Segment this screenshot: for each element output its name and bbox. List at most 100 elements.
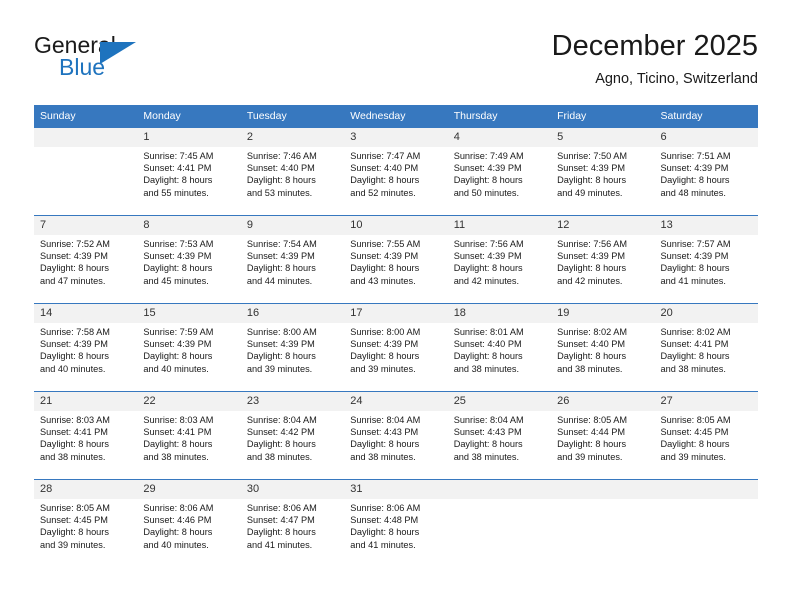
calendar-day-cell[interactable]: 17 Sunrise: 8:00 AM Sunset: 4:39 PM Dayligh… — [344, 303, 448, 391]
day-info: Sunrise: 7:57 AM Sunset: 4:39 PM Daylight:… — [655, 235, 758, 287]
daylight-text-line1: Daylight: 8 hours — [40, 439, 109, 450]
calendar-day-cell[interactable]: 30 Sunrise: 8:06 AM Sunset: 4:47 PM Dayligh… — [240, 479, 345, 567]
calendar-day-cell[interactable]: 20 Sunrise: 8:02 AM Sunset: 4:41 PM Dayligh… — [654, 303, 758, 391]
daylight-text-line2: and 41 minutes. — [660, 275, 726, 286]
day-cell-inner: 7 Sunrise: 7:52 AM Sunset: 4:39 PM Daylight… — [34, 215, 138, 303]
calendar-day-cell[interactable]: 8 Sunrise: 7:53 AM Sunset: 4:39 PM Daylight… — [137, 215, 241, 303]
sunrise-text: Sunrise: 8:05 AM — [660, 415, 731, 425]
day-cell-inner: 31 Sunrise: 8:06 AM Sunset: 4:48 PM Dayligh… — [344, 479, 448, 567]
calendar-day-cell[interactable] — [34, 127, 138, 215]
title-block: December 2025 Agno, Ticino, Switzerland — [552, 28, 758, 90]
daylight-text-line2: and 48 minutes. — [660, 187, 726, 198]
daylight-text-line1: Daylight: 8 hours — [350, 351, 420, 362]
day-number: 28 — [34, 480, 138, 499]
daylight-text-line1: Daylight: 8 hours — [143, 351, 213, 362]
daylight-text-line1: Daylight: 8 hours — [557, 175, 627, 186]
day-info: Sunrise: 7:46 AM Sunset: 4:40 PM Daylight:… — [241, 147, 344, 199]
sunrise-text: Sunrise: 7:53 AM — [143, 239, 214, 249]
day-cell-inner: 30 Sunrise: 8:06 AM Sunset: 4:47 PM Dayligh… — [240, 479, 345, 567]
day-info: Sunrise: 7:59 AM Sunset: 4:39 PM Daylight:… — [137, 323, 240, 375]
calendar-day-cell[interactable] — [447, 479, 552, 567]
sunset-text: Sunset: 4:39 PM — [143, 251, 212, 262]
sunrise-text: Sunrise: 7:59 AM — [143, 327, 214, 337]
day-info: Sunrise: 7:45 AM Sunset: 4:41 PM Daylight:… — [137, 147, 240, 199]
daylight-text-line1: Daylight: 8 hours — [40, 527, 109, 538]
sunset-text: Sunset: 4:48 PM — [350, 515, 419, 526]
calendar-day-cell[interactable]: 27 Sunrise: 8:05 AM Sunset: 4:45 PM Dayligh… — [654, 391, 758, 479]
calendar-day-cell[interactable]: 6 Sunrise: 7:51 AM Sunset: 4:39 PM Daylight… — [654, 127, 758, 215]
sunrise-text: Sunrise: 7:55 AM — [350, 239, 421, 249]
calendar-day-cell[interactable]: 2 Sunrise: 7:46 AM Sunset: 4:40 PM Daylight… — [240, 127, 345, 215]
daylight-text-line2: and 43 minutes. — [350, 275, 416, 286]
calendar-day-cell[interactable]: 29 Sunrise: 8:06 AM Sunset: 4:46 PM Dayligh… — [137, 479, 241, 567]
calendar-day-cell[interactable]: 7 Sunrise: 7:52 AM Sunset: 4:39 PM Daylight… — [34, 215, 138, 303]
day-cell-inner: 18 Sunrise: 8:01 AM Sunset: 4:40 PM Dayligh… — [447, 303, 552, 391]
day-info: Sunrise: 8:06 AM Sunset: 4:46 PM Daylight:… — [137, 499, 240, 551]
daylight-text-line1: Daylight: 8 hours — [143, 175, 213, 186]
day-info: Sunrise: 8:03 AM Sunset: 4:41 PM Daylight:… — [137, 411, 240, 463]
day-number — [447, 480, 552, 499]
calendar-day-cell[interactable]: 3 Sunrise: 7:47 AM Sunset: 4:40 PM Daylight… — [344, 127, 448, 215]
daylight-text-line1: Daylight: 8 hours — [453, 175, 523, 186]
calendar-day-cell[interactable]: 4 Sunrise: 7:49 AM Sunset: 4:39 PM Daylight… — [447, 127, 552, 215]
daylight-text-line1: Daylight: 8 hours — [246, 527, 316, 538]
sunset-text: Sunset: 4:39 PM — [557, 251, 626, 262]
day-number: 13 — [654, 216, 758, 235]
weekday-header-monday: Monday — [137, 105, 241, 127]
calendar-day-cell[interactable] — [654, 479, 758, 567]
day-cell-inner: 20 Sunrise: 8:02 AM Sunset: 4:41 PM Dayligh… — [654, 303, 758, 391]
sunset-text: Sunset: 4:39 PM — [40, 251, 108, 262]
calendar-day-cell[interactable] — [551, 479, 655, 567]
calendar-day-cell[interactable]: 16 Sunrise: 8:00 AM Sunset: 4:39 PM Dayligh… — [240, 303, 345, 391]
calendar-day-cell[interactable]: 26 Sunrise: 8:05 AM Sunset: 4:44 PM Dayligh… — [551, 391, 655, 479]
sunset-text: Sunset: 4:39 PM — [350, 251, 419, 262]
day-info: Sunrise: 8:01 AM Sunset: 4:40 PM Daylight:… — [448, 323, 551, 375]
calendar-day-cell[interactable]: 15 Sunrise: 7:59 AM Sunset: 4:39 PM Dayligh… — [137, 303, 241, 391]
calendar-day-cell[interactable]: 1 Sunrise: 7:45 AM Sunset: 4:41 PM Daylight… — [137, 127, 241, 215]
daylight-text-line1: Daylight: 8 hours — [246, 351, 316, 362]
day-number: 26 — [551, 392, 655, 411]
calendar-day-cell[interactable]: 24 Sunrise: 8:04 AM Sunset: 4:43 PM Dayligh… — [344, 391, 448, 479]
calendar-day-cell[interactable]: 10 Sunrise: 7:55 AM Sunset: 4:39 PM Dayligh… — [344, 215, 448, 303]
sunrise-text: Sunrise: 7:52 AM — [40, 239, 110, 249]
calendar-day-cell[interactable]: 25 Sunrise: 8:04 AM Sunset: 4:43 PM Dayligh… — [447, 391, 552, 479]
daylight-text-line2: and 38 minutes. — [40, 451, 106, 462]
day-number: 19 — [551, 304, 655, 323]
sunset-text: Sunset: 4:45 PM — [40, 515, 108, 526]
day-info: Sunrise: 8:05 AM Sunset: 4:44 PM Daylight:… — [551, 411, 654, 463]
day-info: Sunrise: 8:02 AM Sunset: 4:40 PM Daylight:… — [551, 323, 654, 375]
daylight-text-line1: Daylight: 8 hours — [350, 439, 420, 450]
day-number: 30 — [240, 480, 345, 499]
day-number: 20 — [654, 304, 758, 323]
calendar-day-cell[interactable]: 19 Sunrise: 8:02 AM Sunset: 4:40 PM Dayligh… — [551, 303, 655, 391]
sunset-text: Sunset: 4:39 PM — [557, 163, 626, 174]
daylight-text-line2: and 39 minutes. — [660, 451, 726, 462]
calendar-day-cell[interactable]: 23 Sunrise: 8:04 AM Sunset: 4:42 PM Dayligh… — [240, 391, 345, 479]
sunrise-text: Sunrise: 7:49 AM — [453, 151, 524, 161]
daylight-text-line2: and 49 minutes. — [557, 187, 623, 198]
calendar-day-cell[interactable]: 18 Sunrise: 8:01 AM Sunset: 4:40 PM Dayligh… — [447, 303, 552, 391]
daylight-text-line2: and 38 minutes. — [453, 451, 520, 462]
daylight-text-line1: Daylight: 8 hours — [246, 439, 316, 450]
calendar-day-cell[interactable]: 28 Sunrise: 8:05 AM Sunset: 4:45 PM Dayligh… — [34, 479, 138, 567]
calendar-day-cell[interactable]: 22 Sunrise: 8:03 AM Sunset: 4:41 PM Dayligh… — [137, 391, 241, 479]
calendar-day-cell[interactable]: 13 Sunrise: 7:57 AM Sunset: 4:39 PM Dayligh… — [654, 215, 758, 303]
calendar-day-cell[interactable]: 5 Sunrise: 7:50 AM Sunset: 4:39 PM Daylight… — [551, 127, 655, 215]
day-info: Sunrise: 7:50 AM Sunset: 4:39 PM Daylight:… — [551, 147, 654, 199]
day-number: 11 — [447, 216, 552, 235]
daylight-text-line2: and 38 minutes. — [557, 363, 623, 374]
brand-logo[interactable]: General Blue — [34, 32, 234, 92]
sunset-text: Sunset: 4:39 PM — [660, 163, 729, 174]
sunset-text: Sunset: 4:41 PM — [660, 339, 729, 350]
calendar-day-cell[interactable]: 31 Sunrise: 8:06 AM Sunset: 4:48 PM Dayligh… — [344, 479, 448, 567]
calendar-day-cell[interactable]: 12 Sunrise: 7:56 AM Sunset: 4:39 PM Dayligh… — [551, 215, 655, 303]
calendar-day-cell[interactable]: 21 Sunrise: 8:03 AM Sunset: 4:41 PM Dayligh… — [34, 391, 138, 479]
daylight-text-line2: and 55 minutes. — [143, 187, 209, 198]
sunset-text: Sunset: 4:41 PM — [143, 163, 212, 174]
daylight-text-line1: Daylight: 8 hours — [660, 439, 730, 450]
calendar-day-cell[interactable]: 11 Sunrise: 7:56 AM Sunset: 4:39 PM Dayligh… — [447, 215, 552, 303]
daylight-text-line1: Daylight: 8 hours — [246, 175, 316, 186]
calendar-day-cell[interactable]: 14 Sunrise: 7:58 AM Sunset: 4:39 PM Dayligh… — [34, 303, 138, 391]
calendar-day-cell[interactable]: 9 Sunrise: 7:54 AM Sunset: 4:39 PM Daylight… — [240, 215, 345, 303]
daylight-text-line2: and 41 minutes. — [350, 539, 416, 550]
